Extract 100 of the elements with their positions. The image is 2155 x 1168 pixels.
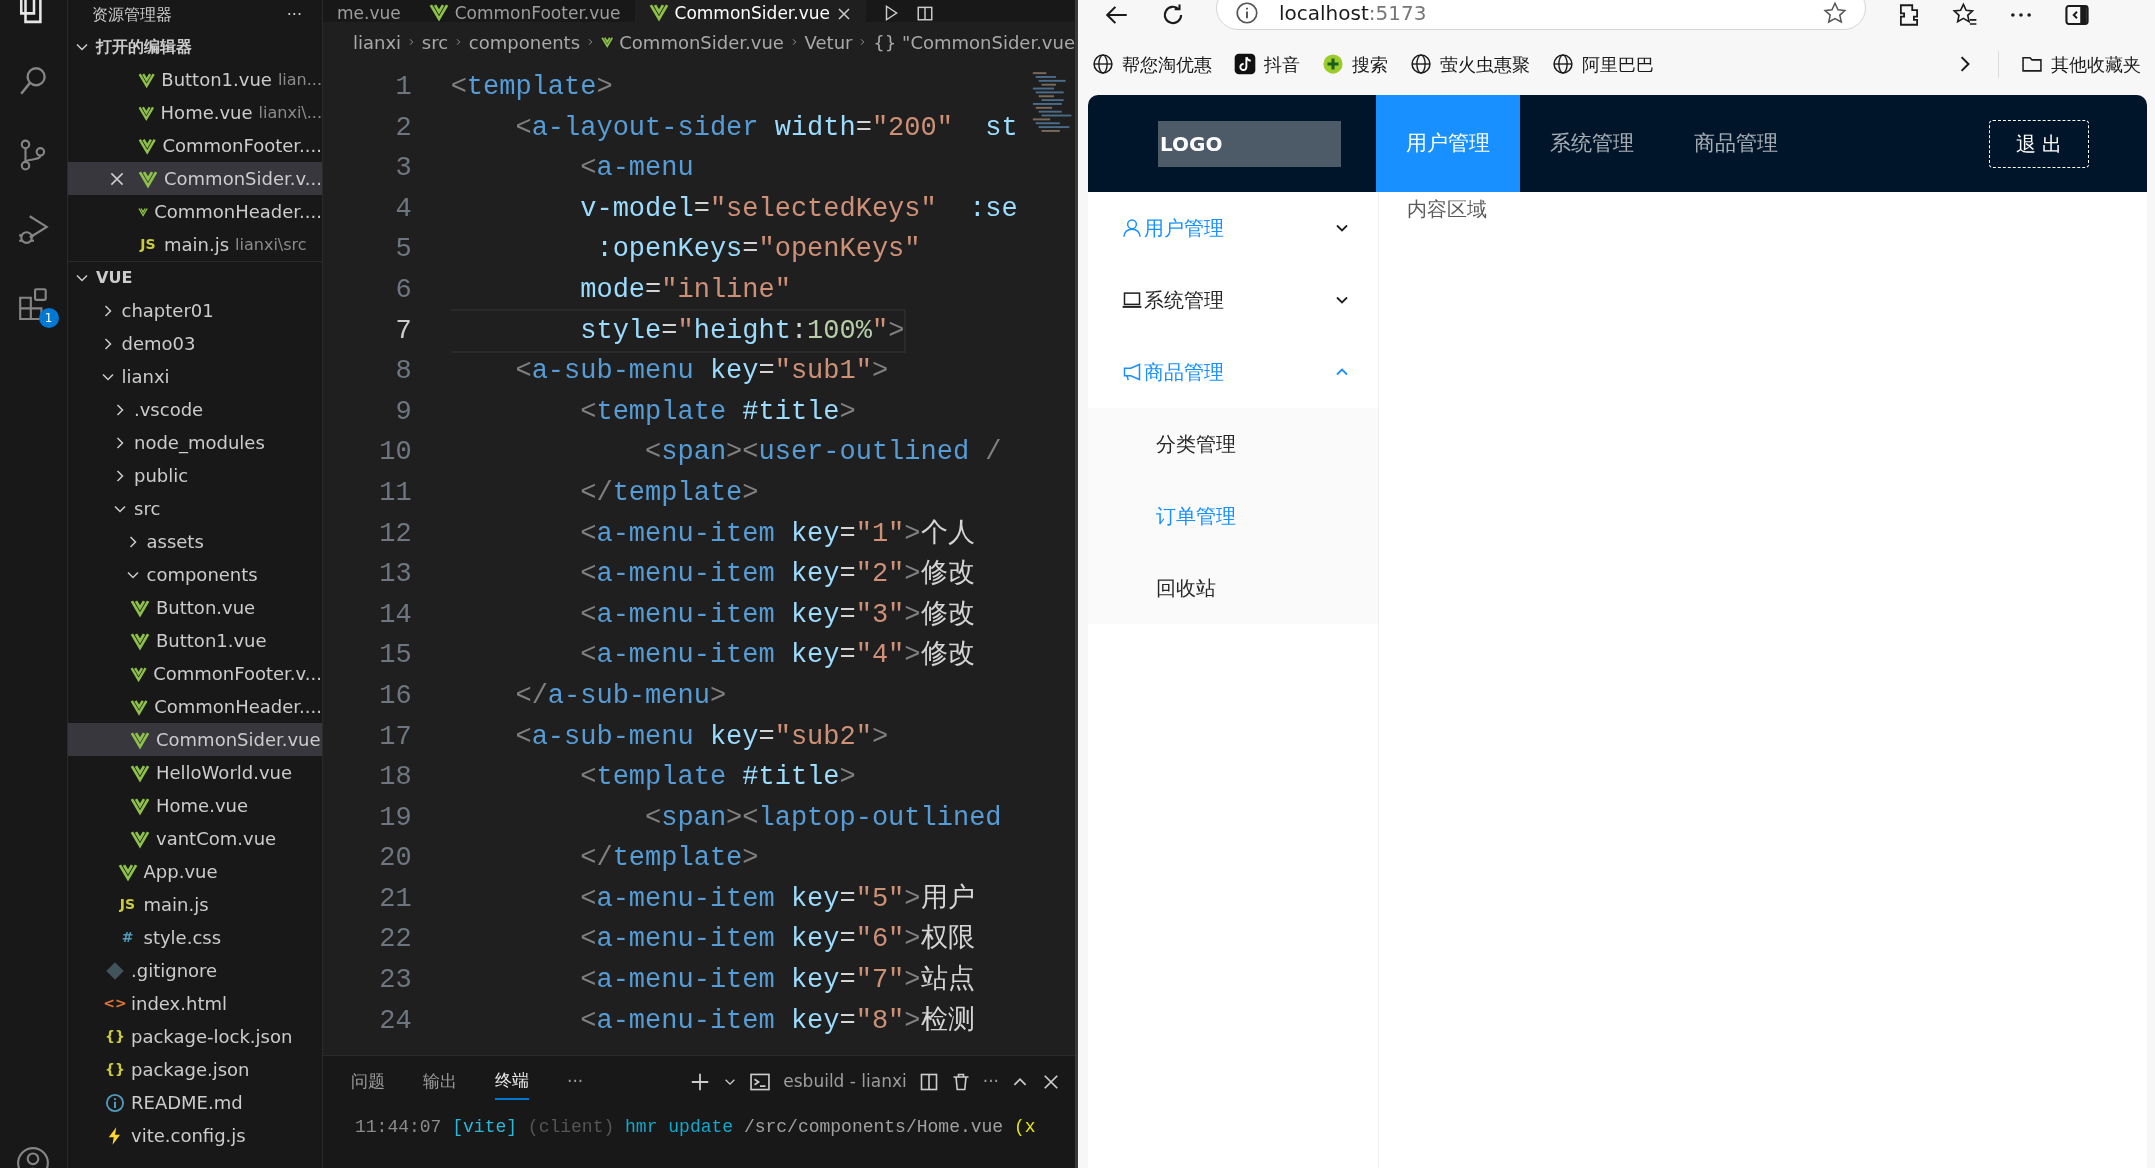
breadcrumb-item[interactable]: components	[468, 28, 581, 56]
open-editor-item[interactable]: CommonSider.v...	[68, 162, 322, 195]
nav-tab[interactable]: 系统管理	[1520, 95, 1664, 192]
open-editor-item[interactable]: CommonHeader....	[68, 195, 322, 228]
file-item[interactable]: CommonFooter.v...	[68, 657, 322, 690]
file-item[interactable]: .gitignore	[68, 954, 322, 987]
terminal-name[interactable]: esbuild - lianxi	[783, 1069, 907, 1095]
submenu-item[interactable]: 分类管理	[1088, 408, 1378, 480]
folder-item[interactable]: demo03	[68, 327, 322, 360]
breadcrumb-item[interactable]: lianxi	[353, 28, 402, 56]
file-item[interactable]: # style.css	[68, 921, 322, 954]
run-debug-icon[interactable]	[16, 212, 51, 246]
file-item[interactable]: README.md	[68, 1086, 322, 1119]
bookmark[interactable]: 搜索	[1322, 50, 1388, 78]
code-line: <template #title>	[579, 761, 856, 795]
code-line: v-model="selectedKeys" :se	[579, 192, 1018, 226]
folder-item[interactable]: components	[68, 558, 322, 591]
open-editor-item[interactable]: Button1.vue lian...	[68, 63, 322, 96]
nav-tab[interactable]: 商品管理	[1664, 95, 1808, 192]
file-item[interactable]: CommonSider.vue	[68, 723, 322, 756]
file-name: assets	[146, 530, 204, 554]
code-line: <a-layout-sider width="200" st	[514, 111, 1018, 145]
close-icon[interactable]	[836, 6, 852, 22]
file-item[interactable]: Home.vue	[68, 789, 322, 822]
more-button[interactable]: ···	[982, 1069, 999, 1095]
braces-icon: {}	[873, 28, 897, 56]
file-name: HelloWorld.vue	[156, 761, 293, 785]
open-editor-item[interactable]: JS main.js lianxi\src	[68, 228, 322, 261]
folder-item[interactable]: assets	[68, 525, 322, 558]
split-icon[interactable]	[918, 1072, 939, 1092]
file-item[interactable]: {} package-lock.json	[68, 1020, 322, 1053]
file-item[interactable]: HelloWorld.vue	[68, 756, 322, 789]
line-number: 20	[378, 842, 412, 876]
breadcrumb-item[interactable]: src	[421, 28, 449, 56]
file-item[interactable]: vantCom.vue	[68, 822, 322, 855]
folder-item[interactable]: .vscode	[68, 393, 322, 426]
globe-icon	[1092, 53, 1114, 75]
sidebar-icon[interactable]	[2064, 2, 2090, 28]
line-number: 18	[378, 761, 412, 795]
panel-tab[interactable]: 输出	[423, 1065, 457, 1099]
close-icon[interactable]	[1041, 1072, 1061, 1092]
file-name: Home.vue	[156, 794, 248, 818]
bookmark[interactable]: 阿里巴巴	[1552, 50, 1654, 78]
bookmark[interactable]: 萤火虫惠聚	[1410, 50, 1530, 78]
bookmark[interactable]: 帮您淘优惠	[1092, 50, 1212, 78]
editor-tab[interactable]: CommonSider.vue	[634, 0, 866, 22]
line-number: 14	[378, 598, 412, 632]
file-item[interactable]: Button.vue	[68, 591, 322, 624]
file-name: public	[134, 464, 189, 488]
info-icon[interactable]	[1235, 1, 1259, 25]
file-item[interactable]: App.vue	[68, 855, 322, 888]
file-type-icon: JS	[138, 234, 158, 255]
folder-item[interactable]: lianxi	[68, 360, 322, 393]
bookmark[interactable]: 抖音	[1234, 50, 1300, 78]
file-item[interactable]: JS main.js	[68, 888, 322, 921]
file-item[interactable]: vite.config.js	[68, 1119, 322, 1152]
info-icon	[105, 1092, 125, 1113]
file-item[interactable]: Button1.vue	[68, 624, 322, 657]
bookmark-folder[interactable]: 其他收藏夹	[1998, 50, 2141, 78]
code-line: <a-sub-menu key="sub1">	[514, 355, 889, 389]
file-name: .vscode	[134, 398, 204, 422]
section-header[interactable]: VUE	[96, 266, 133, 290]
file-item[interactable]: <> index.html	[68, 987, 322, 1020]
file-item[interactable]: CommonHeader....	[68, 690, 322, 723]
code-line: <a-menu-item key="3">修改	[579, 598, 975, 632]
more-button[interactable]: ···	[567, 1069, 584, 1095]
panel-tab[interactable]: 问题	[351, 1065, 385, 1099]
more-button[interactable]: ···	[286, 5, 302, 25]
address-bar[interactable]: localhost:5173	[1216, 0, 1866, 30]
breadcrumb-item[interactable]: "CommonSider.vue	[902, 28, 1075, 56]
folder-item[interactable]: node_modules	[68, 426, 322, 459]
breadcrumb-item[interactable]: Vetur	[804, 28, 853, 56]
file-type-icon: {}	[105, 1059, 125, 1080]
star-icon[interactable]	[1823, 1, 1847, 25]
panel-tab[interactable]: 终端	[495, 1064, 529, 1100]
file-path: lianxi\...	[258, 101, 322, 124]
code-line: <a-menu-item key="2">修改	[579, 558, 975, 592]
plus-circle-icon	[1322, 53, 1344, 75]
code-line: </template>	[579, 842, 759, 876]
file-item[interactable]: {} package.json	[68, 1053, 322, 1086]
file-name: vite.config.js	[131, 1124, 246, 1148]
split-editor-icon[interactable]	[916, 4, 934, 22]
menu-item[interactable]: 系统管理	[1088, 264, 1378, 336]
code-line: <template #title>	[579, 395, 856, 429]
line-number: 12	[378, 517, 412, 551]
submenu-item[interactable]: 回收站	[1088, 552, 1378, 624]
section-header[interactable]: 打开的编辑器	[96, 34, 192, 59]
folder-item[interactable]: src	[68, 492, 322, 525]
folder-item[interactable]: public	[68, 459, 322, 492]
file-name: CommonSider.v...	[164, 167, 322, 191]
favorites-icon[interactable]	[1952, 2, 1978, 28]
logout-button[interactable]: 退 出	[1988, 119, 2089, 168]
folder-item[interactable]: chapter01	[68, 294, 322, 327]
line-number: 16	[378, 679, 412, 713]
terminal-icon[interactable]	[749, 1071, 772, 1093]
open-editor-item[interactable]: Home.vue lianxi\...	[68, 96, 322, 129]
breadcrumb-item[interactable]: CommonSider.vue	[619, 28, 784, 56]
line-number: 13	[378, 558, 412, 592]
line-number: 19	[378, 801, 412, 835]
open-editor-item[interactable]: CommonFooter....	[68, 129, 322, 162]
